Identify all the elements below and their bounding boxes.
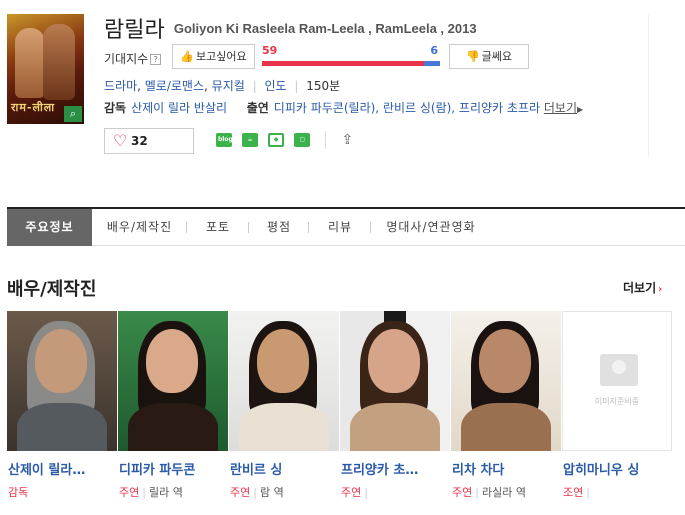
no-image-text: 이미지준비중	[594, 397, 640, 406]
genre-link-musical[interactable]: 뮤지컬	[212, 79, 245, 93]
poster-title: राम-लीला	[11, 101, 56, 114]
cast-list: 산제이 릴라… 감독 디피카 파두콘 주연 | 릴라 역 란비르 싱 주연 | 람 역 …	[7, 311, 673, 500]
divider	[648, 14, 649, 156]
tab-review[interactable]: 리뷰	[309, 209, 371, 246]
thumbs-down-icon: 👎	[465, 50, 480, 63]
zoom-icon[interactable]: ⌕	[64, 106, 82, 122]
person-photo[interactable]	[118, 311, 228, 451]
genre-link-drama[interactable]: 드라마	[104, 79, 137, 93]
cast-links[interactable]: 디피카 파두콘(릴라), 란비르 싱(람), 프리양카 초프라	[274, 101, 540, 115]
cast-card[interactable]: 이미지준비중 압히마니우 싱 조연 |	[562, 311, 673, 500]
like-button[interactable]: ♡ 32	[104, 128, 194, 154]
person-photo[interactable]	[340, 311, 450, 451]
divider	[325, 130, 327, 149]
person-photo[interactable]	[229, 311, 339, 451]
more-link[interactable]: 더보기	[544, 101, 577, 115]
person-name[interactable]: 디피카 파두콘	[118, 459, 222, 478]
person-photo[interactable]	[451, 311, 561, 451]
person-role: 감독	[8, 486, 29, 499]
main-tabs: 주요정보 배우/제작진 포토 평점 리뷰 명대사/연관영화	[7, 207, 685, 246]
poster-figure-right	[43, 24, 75, 100]
thumbs-up-icon: 👍	[180, 50, 195, 63]
genre-link-romance[interactable]: 멜로/로맨스	[145, 79, 204, 93]
meh-count: 6	[430, 44, 438, 57]
cast-card[interactable]: 리차 차다 주연 | 라실라 역	[451, 311, 562, 500]
cast-label: 출연	[246, 101, 269, 115]
cafe-icon[interactable]: ☕	[242, 132, 259, 147]
divider: |	[294, 79, 299, 93]
blog-icon[interactable]: blog	[216, 132, 233, 147]
tab-quotes-related[interactable]: 명대사/연관영화	[371, 209, 491, 246]
cast-card[interactable]: 프리양카 초… 주연 |	[340, 311, 451, 500]
bookmark-icon[interactable]: ◆	[268, 132, 285, 147]
person-role: 주연 |	[341, 486, 368, 499]
movie-poster[interactable]: राम-लीला ⌕	[7, 14, 84, 124]
person-photo[interactable]	[7, 311, 117, 451]
like-count: 32	[131, 134, 148, 148]
tab-rating[interactable]: 평점	[249, 209, 309, 246]
heart-icon: ♡	[113, 131, 128, 150]
chevron-right-icon: ▶	[576, 105, 584, 114]
person-name[interactable]: 란비르 싱	[229, 459, 333, 478]
cast-card[interactable]: 디피카 파두콘 주연 | 릴라 역	[118, 311, 229, 500]
person-name[interactable]: 프리양카 초…	[340, 459, 444, 478]
expectation-label: 기대지수?	[104, 50, 162, 67]
divider: |	[252, 79, 257, 93]
director-label: 감독	[104, 101, 127, 115]
chevron-right-icon: ›	[658, 284, 663, 295]
country-link[interactable]: 인도	[264, 79, 286, 93]
memo-icon[interactable]: ▢	[294, 132, 311, 147]
want-count: 59	[262, 44, 278, 57]
expectation-label-text: 기대지수	[104, 52, 149, 66]
runtime: 150분	[306, 79, 341, 93]
staff-row: 감독 산제이 릴라 반살리 출연 디피카 파두콘(릴라), 란비르 싱(람), 프리…	[104, 99, 583, 116]
director-link[interactable]: 산제이 릴라 반살리	[131, 101, 227, 115]
no-image-icon	[600, 354, 638, 386]
want-to-see-button[interactable]: 👍 보고싶어요	[172, 44, 255, 69]
cast-card[interactable]: 산제이 릴라… 감독	[7, 311, 118, 500]
gauge-bar	[262, 61, 440, 66]
section-title: 배우/제작진	[7, 279, 97, 300]
cast-card[interactable]: 란비르 싱 주연 | 람 역	[229, 311, 340, 500]
person-photo-placeholder[interactable]: 이미지준비중	[562, 311, 672, 451]
person-name[interactable]: 리차 차다	[451, 459, 555, 478]
expectation-gauge: 59 6	[262, 44, 440, 68]
share-icon[interactable]: ⇪	[341, 132, 353, 148]
meh-button[interactable]: 👎 글쎄요	[449, 44, 529, 69]
tab-photo[interactable]: 포토	[187, 209, 249, 246]
person-name[interactable]: 압히마니우 싱	[562, 459, 666, 478]
share-icons: blog ☕ ◆ ▢ ⇪	[216, 129, 353, 149]
poster-figure-left	[15, 28, 45, 98]
person-role: 조연 |	[563, 486, 590, 499]
gauge-fill	[262, 61, 424, 66]
cast-more-link[interactable]: 더보기 ›	[623, 279, 662, 296]
person-role: 주연 | 라실라 역	[452, 486, 526, 499]
tab-main-info[interactable]: 주요정보	[7, 209, 92, 246]
title-row: 람릴라 Goliyon Ki Rasleela Ram-Leela , RamL…	[104, 12, 477, 44]
tab-cast-crew[interactable]: 배우/제작진	[92, 209, 187, 246]
movie-original-title: Goliyon Ki Rasleela Ram-Leela , RamLeela…	[173, 20, 477, 36]
expectation-row: 기대지수? 👍 보고싶어요 59 6 👎 글쎄요	[104, 44, 534, 70]
person-name[interactable]: 산제이 릴라…	[7, 459, 111, 478]
movie-title: 람릴라	[104, 18, 165, 43]
person-role: 주연 | 릴라 역	[119, 486, 183, 499]
meh-label: 글쎄요	[481, 50, 513, 63]
want-to-see-label: 보고싶어요	[196, 50, 247, 63]
person-role: 주연 | 람 역	[230, 486, 284, 499]
movie-info-row: 드라마, 멜로/로맨스, 뮤지컬 | 인도 | 150분	[104, 79, 341, 93]
help-icon[interactable]: ?	[150, 54, 162, 65]
